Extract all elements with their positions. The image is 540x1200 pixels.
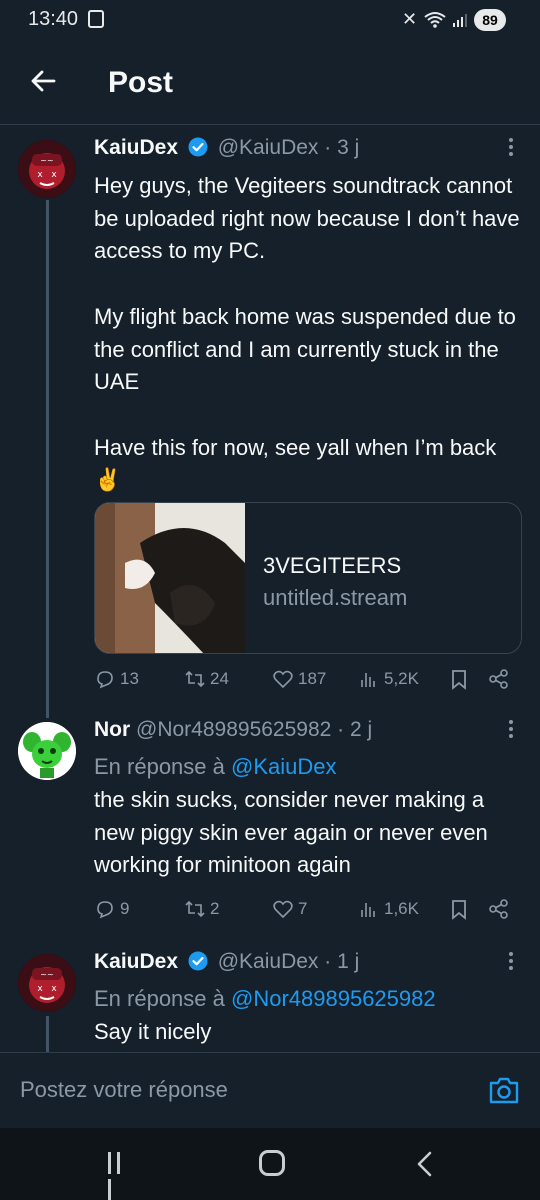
status-time: 13:40: [28, 8, 79, 30]
views-count: 5,2K: [384, 669, 419, 688]
verified-badge-icon: [188, 951, 208, 971]
reply-icon: [97, 901, 113, 919]
thread-line: [46, 1016, 49, 1052]
like-count: 187: [298, 669, 327, 688]
author-handle[interactable]: @Nor489895625982: [136, 718, 331, 741]
system-nav-bar: [0, 1128, 540, 1200]
tweet-header: KaiuDex @KaiuDex · 1 j: [94, 950, 524, 980]
signal-icon: [453, 14, 467, 27]
recents-button[interactable]: [108, 1152, 134, 1200]
more-options-icon[interactable]: [508, 718, 514, 740]
reply-prefix: En réponse à: [94, 754, 225, 779]
tweet-actions: 9 2 7 1,6K: [94, 898, 524, 928]
screenshot-icon: [88, 10, 104, 28]
repost-button[interactable]: 2: [184, 898, 219, 920]
thread-line: [46, 200, 49, 718]
like-count: 7: [298, 899, 308, 918]
author-handle[interactable]: @KaiuDex: [218, 950, 319, 973]
svg-text:~~: ~~: [40, 156, 53, 165]
back-arrow-icon[interactable]: [28, 66, 58, 96]
reply-count: 13: [120, 669, 139, 688]
back-chevron-icon[interactable]: [412, 1150, 438, 1178]
card-title: 3VEGITEERS: [263, 553, 402, 578]
like-button[interactable]: 187: [272, 668, 326, 690]
like-button[interactable]: 7: [272, 898, 307, 920]
repost-icon: [185, 900, 205, 918]
bookmark-button[interactable]: [448, 898, 470, 920]
share-button[interactable]: [488, 668, 510, 690]
repost-count: 2: [210, 899, 220, 918]
reply-context: En réponse à @Nor489895625982: [94, 984, 524, 1014]
views-button[interactable]: 5,2K: [358, 668, 419, 690]
page-title: Post: [108, 66, 174, 99]
verified-badge-icon: [188, 137, 208, 157]
tweet-header: KaiuDex @KaiuDex · 3 j: [94, 136, 524, 166]
author-name[interactable]: KaiuDex: [94, 950, 178, 973]
repost-icon: [185, 670, 205, 688]
avatar[interactable]: ~~ x x: [18, 140, 76, 198]
wifi-icon: [424, 12, 446, 28]
more-options-icon[interactable]: [508, 950, 514, 972]
tweet-actions: 13 24 187 5,2K: [94, 668, 524, 698]
tweet-text: Hey guys, the Vegiteers soundtrack canno…: [94, 173, 520, 493]
tweet[interactable]: KaiuDex @KaiuDex · 1 j En réponse à @Nor…: [94, 950, 524, 1049]
svg-text:x: x: [37, 984, 43, 994]
views-icon: [361, 673, 375, 687]
reply-composer: Postez votre réponse: [0, 1053, 540, 1128]
author-handle[interactable]: @KaiuDex: [218, 136, 319, 159]
views-icon: [361, 903, 375, 917]
reply-prefix: En réponse à: [94, 986, 225, 1011]
views-button[interactable]: 1,6K: [358, 898, 419, 920]
share-icon: [489, 669, 508, 689]
tweet-time: · 2 j: [337, 718, 373, 741]
bookmark-icon: [452, 670, 466, 690]
heart-icon: [273, 900, 293, 919]
share-icon: [489, 899, 508, 919]
reply-context: En réponse à @KaiuDex: [94, 752, 524, 782]
svg-text:x: x: [37, 170, 43, 180]
reply-button[interactable]: 9: [94, 898, 129, 920]
tweet[interactable]: KaiuDex @KaiuDex · 3 j Hey guys, the Veg…: [94, 136, 524, 497]
repost-button[interactable]: 24: [184, 668, 229, 690]
mute-icon: ✕: [402, 9, 418, 29]
repost-count: 24: [210, 669, 229, 688]
avatar[interactable]: ~~ x x: [18, 954, 76, 1012]
author-name[interactable]: KaiuDex: [94, 136, 178, 159]
tweet-time: · 1 j: [324, 950, 360, 973]
tweet-time: · 3 j: [324, 136, 360, 159]
header-divider: [0, 124, 540, 125]
share-button[interactable]: [488, 898, 510, 920]
reply-to-link[interactable]: @Nor489895625982: [231, 986, 436, 1011]
heart-icon: [273, 670, 293, 689]
svg-text:x: x: [51, 984, 57, 994]
svg-text:~~: ~~: [40, 970, 53, 979]
svg-text:x: x: [51, 170, 57, 180]
camera-icon[interactable]: [488, 1075, 520, 1105]
tweet-text: Say it nicely: [94, 1019, 212, 1044]
tweet[interactable]: Nor @Nor489895625982 · 2 j En réponse à …: [94, 718, 524, 882]
reply-count: 9: [120, 899, 130, 918]
bookmark-icon: [452, 900, 466, 920]
reply-icon: [97, 671, 113, 689]
tweet-text: the skin sucks, consider never making a …: [94, 787, 488, 878]
card-domain: untitled.stream: [263, 585, 408, 610]
post-header: Post: [0, 52, 540, 120]
reply-button[interactable]: 13: [94, 668, 139, 690]
more-options-icon[interactable]: [508, 136, 514, 158]
avatar[interactable]: [18, 722, 76, 780]
card-thumbnail: [95, 503, 245, 653]
battery-indicator: 89: [474, 9, 506, 31]
views-count: 1,6K: [384, 899, 419, 918]
reply-to-link[interactable]: @KaiuDex: [231, 754, 337, 779]
bookmark-button[interactable]: [448, 668, 470, 690]
home-button[interactable]: [259, 1150, 285, 1176]
status-bar: 13:40 ✕ 89: [0, 0, 540, 42]
author-name[interactable]: Nor: [94, 718, 130, 741]
reply-input[interactable]: Postez votre réponse: [20, 1077, 228, 1103]
tweet-header: Nor @Nor489895625982 · 2 j: [94, 718, 524, 748]
link-card[interactable]: 3VEGITEERS untitled.stream: [94, 502, 522, 654]
